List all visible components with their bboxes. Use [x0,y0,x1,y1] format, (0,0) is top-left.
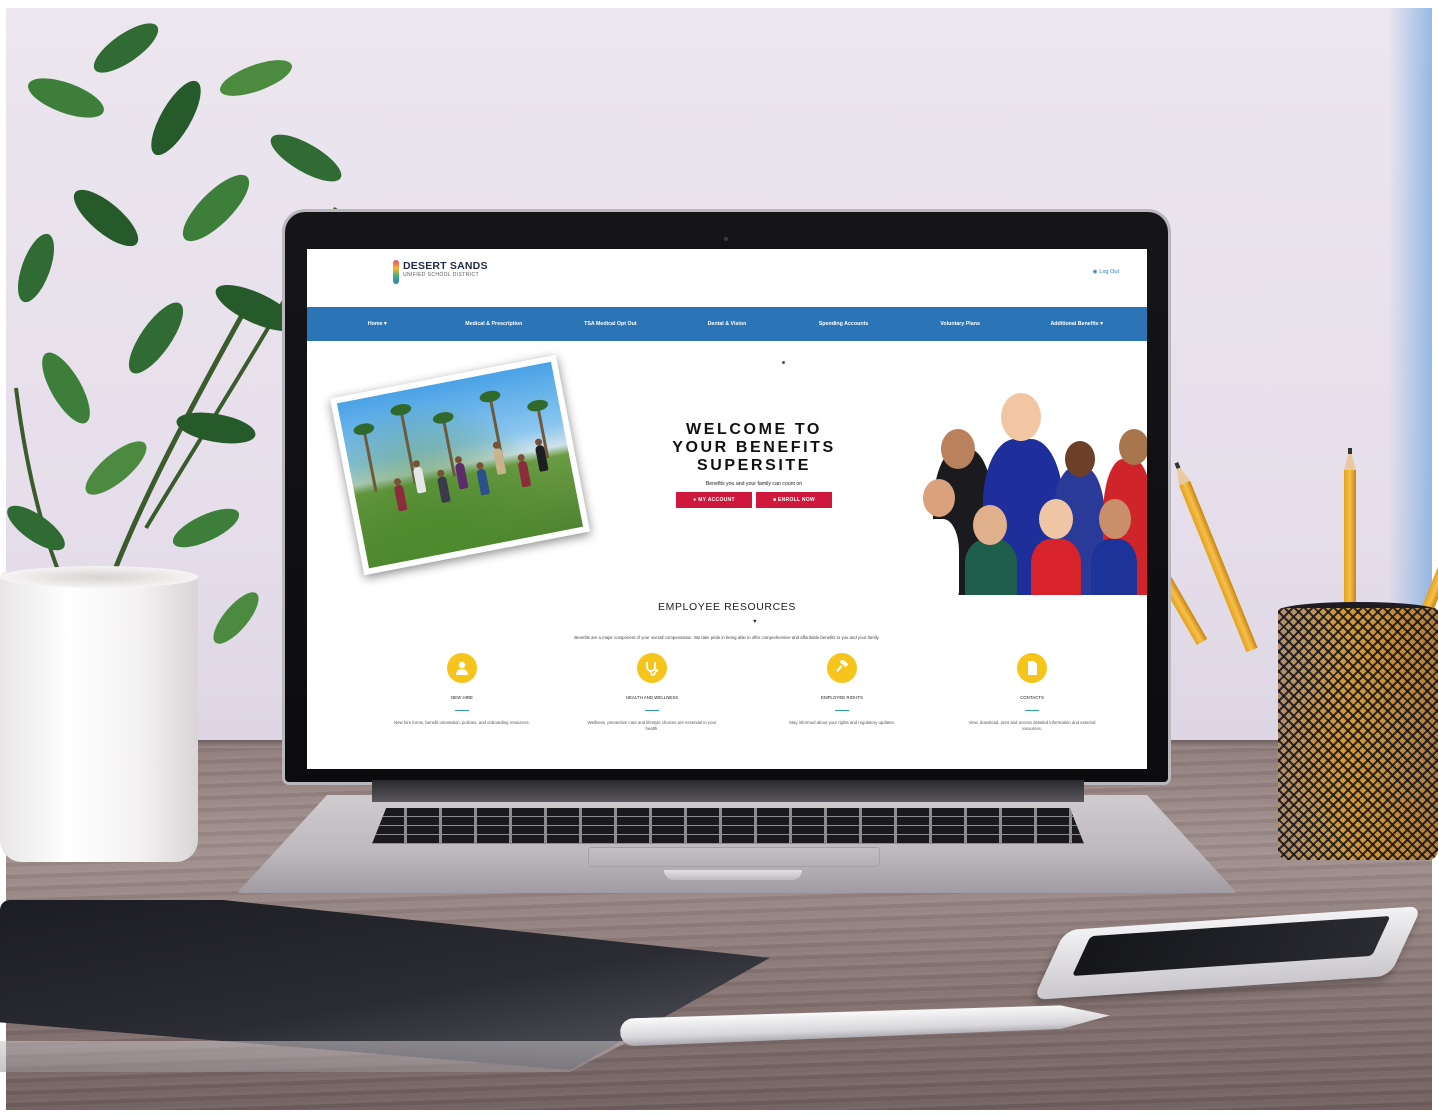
stethoscope-icon [637,653,667,683]
heart-icon: ♥ [753,619,757,625]
logo-subtitle: UNIFIED SCHOOL DISTRICT [403,272,479,278]
resources-title: EMPLOYEE RESOURCES [658,601,796,613]
chevron-down-icon: ▾ [384,321,387,327]
student-figure [393,483,408,512]
nav-item-spending-accounts[interactable]: Spending Accounts [809,321,879,327]
logout-link[interactable]: ◉ Log Out [1093,269,1119,275]
carousel-dot[interactable] [782,361,785,364]
card-description: Stay informed about your rights and regu… [788,720,896,725]
user-icon [447,653,477,683]
logo-name: DESERT SANDS [403,260,488,272]
student-figure [412,466,427,494]
gavel-icon [827,653,857,683]
nav-item-tsa-opt-out[interactable]: TSA Medical Opt Out [575,321,645,327]
my-account-button[interactable]: ● MY ACCOUNT [676,492,752,508]
divider [1025,710,1039,711]
webcam [724,237,728,241]
card-contacts[interactable]: CONTACTS View, download, print and acces… [957,653,1107,732]
nav-item-additional-benefits[interactable]: Additional Benefits ▾ [1042,321,1112,327]
students-jumping-photo [329,354,591,576]
user-icon: ● [693,497,697,503]
card-title: HEALTH AND WELLNESS [625,695,679,701]
student-figure [476,467,490,496]
document-icon: ■ [772,497,777,503]
logo-mark-icon [393,260,399,284]
nav-item-dental-vision[interactable]: Dental & Vision [692,321,762,327]
nav-item-home[interactable]: Home ▾ [342,321,412,327]
hero-title-line-2: YOUR BENEFITS [672,439,836,456]
enroll-now-button[interactable]: ■ ENROLL NOW [756,492,832,508]
card-title: CONTACTS [1020,695,1044,701]
card-title: EMPLOYEE RIGHTS [821,695,863,701]
document-icon [1017,653,1047,683]
card-health-wellness[interactable]: HEALTH AND WELLNESS Wellness, preventive… [577,653,727,732]
card-title: NEW HIRE [451,695,473,701]
student-figure [454,461,469,490]
nav-item-voluntary-plans[interactable]: Voluntary Plans [925,321,995,327]
kids-thumbs-up-photo [913,389,1147,595]
coffee-mug [0,572,198,862]
resources-description: Benefits are a major component of your o… [574,635,880,640]
student-figure [492,447,507,475]
palm-tree [442,421,457,477]
card-description: New hire forms, benefit orientation, pol… [394,720,530,725]
card-employee-rights[interactable]: EMPLOYEE RIGHTS Stay informed about your… [767,653,917,732]
main-nav: Home ▾ Medical & Prescription TSA Medica… [307,307,1147,341]
pencil-cup [1278,608,1438,860]
laptop-hinge [372,780,1084,802]
divider [645,710,659,711]
logout-label: Log Out [1099,269,1119,275]
site-header: DESERT SANDS UNIFIED SCHOOL DISTRICT ◉ L… [307,249,1147,307]
hero-title-line-1: WELCOME TO [686,421,822,438]
hero-section: WELCOME TO YOUR BENEFITS SUPERSITE Benef… [659,421,849,508]
student-figure [517,459,532,488]
mug-rim [0,566,198,588]
chevron-down-icon: ▾ [1100,321,1103,327]
window-light [1388,8,1432,648]
card-new-hire[interactable]: NEW HIRE New hire forms, benefit orienta… [387,653,537,732]
student-figure [436,475,451,503]
resource-cards: NEW HIRE New hire forms, benefit orienta… [387,653,1107,732]
divider [455,710,469,711]
user-icon: ◉ [1092,269,1098,275]
laptop-keyboard [372,808,1084,844]
laptop-screen-website: DESERT SANDS UNIFIED SCHOOL DISTRICT ◉ L… [307,249,1147,769]
nav-item-medical[interactable]: Medical & Prescription [459,321,529,327]
card-description: Wellness, preventive care and lifestyle … [587,720,717,731]
district-logo[interactable]: DESERT SANDS UNIFIED SCHOOL DISTRICT [393,260,488,284]
divider [835,710,849,711]
laptop-front-lip [664,870,802,880]
hero-subtitle: Benefits you and your family can count o… [705,481,803,487]
hero-title-line-3: SUPERSITE [696,457,812,474]
laptop-trackpad [588,847,880,867]
palm-tree [363,432,378,492]
card-description: View, download, print and access detaile… [968,720,1096,731]
